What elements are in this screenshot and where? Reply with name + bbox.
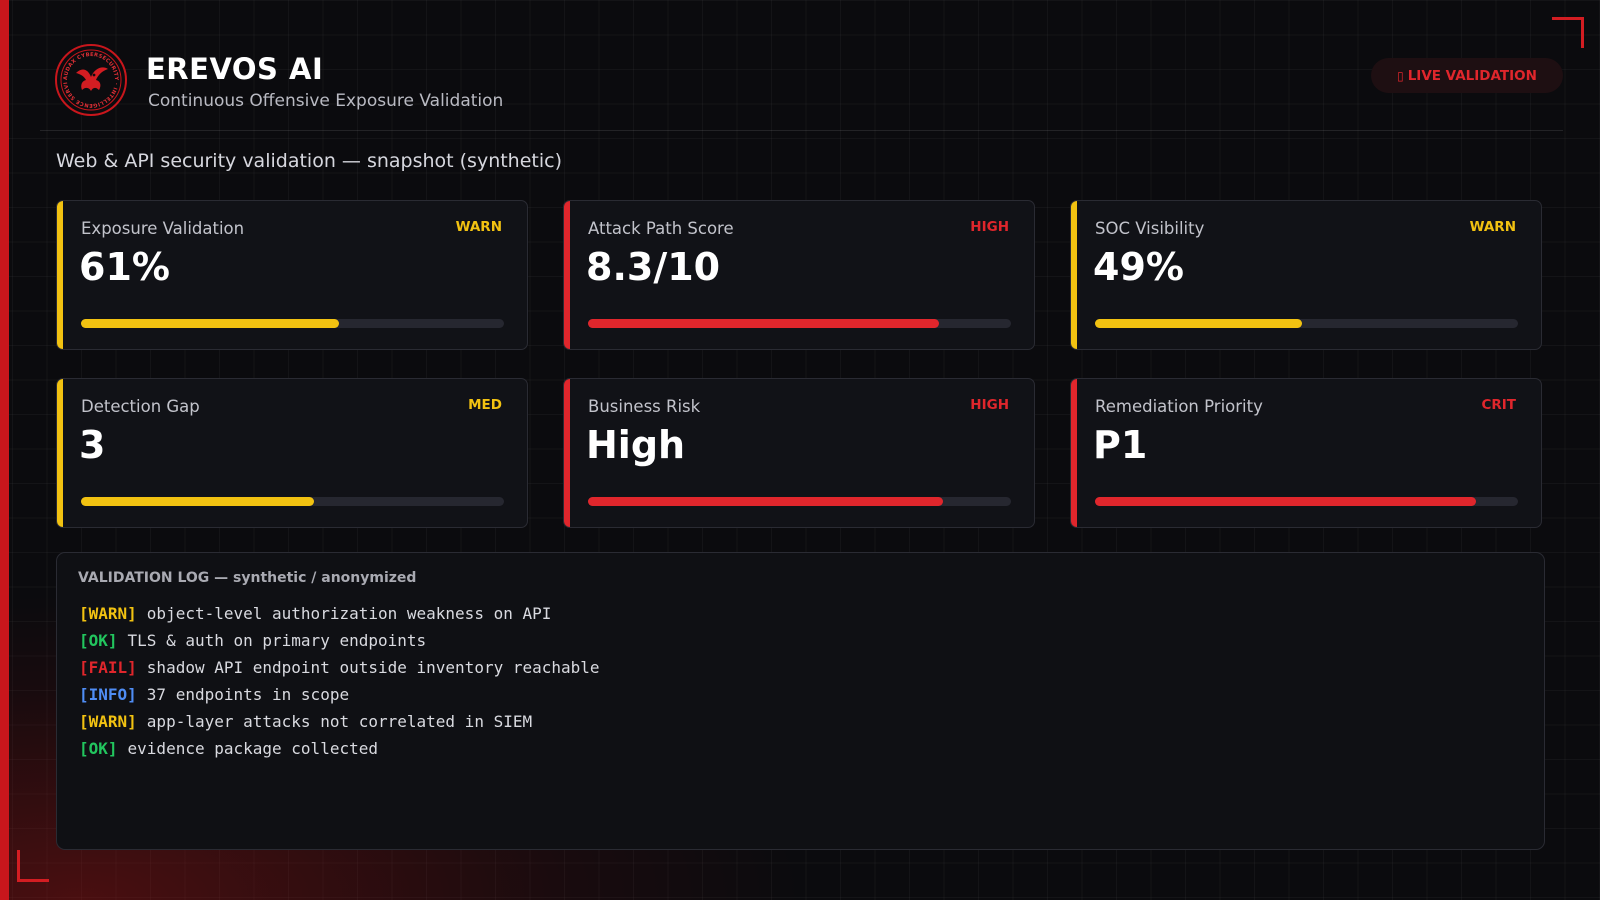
card-label: Exposure Validation [81, 219, 245, 238]
log-title: VALIDATION LOG — synthetic / anonymized [78, 570, 417, 586]
card-accent [57, 379, 63, 527]
log-line: [WARN] object-level authorization weaknes… [79, 600, 600, 627]
log-line: [WARN] app-layer attacks not correlated i… [79, 708, 600, 735]
live-validation-badge[interactable]: ▯ LIVE VALIDATION [1371, 58, 1563, 93]
eagle-icon: AUDAX CYBERSECURITY · INTELLIGENCE SERVI… [58, 47, 122, 111]
live-indicator-icon: ▯ [1397, 68, 1404, 83]
card-accent [564, 201, 570, 349]
log-tag: [WARN] [79, 604, 137, 623]
progress-fill [81, 497, 314, 506]
progress-track [1095, 319, 1518, 328]
log-line: [OK] evidence package collected [79, 735, 600, 762]
card-value: P1 [1093, 423, 1148, 467]
corner-bracket-bottom-left [17, 850, 49, 882]
log-text: app-layer attacks not correlated in SIEM [146, 712, 533, 731]
live-badge-label: LIVE VALIDATION [1407, 67, 1537, 84]
log-text: 37 endpoints in scope [146, 685, 350, 704]
card-value: 61% [79, 245, 170, 289]
progress-track [81, 497, 504, 506]
card-accent [564, 379, 570, 527]
progress-track [1095, 497, 1518, 506]
log-tag: [FAIL] [79, 658, 137, 677]
metric-card-remediation-priority[interactable]: Remediation Priority CRIT P1 [1070, 378, 1542, 528]
section-title: Web & API security validation — snapshot… [56, 150, 563, 172]
status-badge: HIGH [970, 219, 1009, 235]
progress-fill [1095, 319, 1303, 328]
status-badge: CRIT [1481, 397, 1516, 413]
app-header: AUDAX CYBERSECURITY · INTELLIGENCE SERVI… [40, 40, 1563, 131]
metric-card-detection-gap[interactable]: Detection Gap MED 3 [56, 378, 528, 528]
log-lines: [WARN] object-level authorization weaknes… [79, 600, 600, 762]
app-title: EREVOS AI [146, 52, 324, 86]
progress-fill [1095, 497, 1476, 506]
status-badge: WARN [455, 219, 502, 235]
log-tag: [OK] [79, 631, 118, 650]
log-text: TLS & auth on primary endpoints [127, 631, 427, 650]
progress-track [81, 319, 504, 328]
log-line: [OK] TLS & auth on primary endpoints [79, 627, 600, 654]
card-value: 3 [79, 423, 106, 467]
status-badge: MED [468, 397, 502, 413]
progress-fill [588, 497, 944, 506]
card-label: Business Risk [588, 397, 701, 416]
log-tag: [INFO] [79, 685, 137, 704]
card-label: Detection Gap [81, 397, 200, 416]
card-accent [57, 201, 63, 349]
app-subtitle: Continuous Offensive Exposure Validation [148, 91, 504, 111]
progress-track [588, 319, 1011, 328]
left-accent-bar [0, 0, 9, 900]
card-value: 8.3/10 [586, 245, 721, 289]
log-text: shadow API endpoint outside inventory re… [146, 658, 600, 677]
progress-fill [81, 319, 340, 328]
card-value: High [586, 423, 686, 467]
log-tag: [OK] [79, 739, 118, 758]
card-label: Attack Path Score [588, 219, 734, 238]
log-text: evidence package collected [127, 739, 378, 758]
progress-track [588, 497, 1011, 506]
card-accent [1071, 201, 1077, 349]
card-value: 49% [1093, 245, 1184, 289]
log-text: object-level authorization weakness on A… [146, 604, 552, 623]
status-badge: HIGH [970, 397, 1009, 413]
metric-card-business-risk[interactable]: Business Risk HIGH High [563, 378, 1035, 528]
metric-card-soc-visibility[interactable]: SOC Visibility WARN 49% [1070, 200, 1542, 350]
card-label: Remediation Priority [1095, 397, 1263, 416]
validation-log-panel: VALIDATION LOG — synthetic / anonymized … [56, 552, 1545, 850]
progress-fill [588, 319, 940, 328]
card-label: SOC Visibility [1095, 219, 1205, 238]
status-badge: WARN [1469, 219, 1516, 235]
log-tag: [WARN] [79, 712, 137, 731]
log-line: [FAIL] shadow API endpoint outside invent… [79, 654, 600, 681]
log-line: [INFO] 37 endpoints in scope [79, 681, 600, 708]
metric-card-attack-path-score[interactable]: Attack Path Score HIGH 8.3/10 [563, 200, 1035, 350]
card-accent [1071, 379, 1077, 527]
metric-card-exposure-validation[interactable]: Exposure Validation WARN 61% [56, 200, 528, 350]
audax-logo: AUDAX CYBERSECURITY · INTELLIGENCE SERVI… [55, 44, 127, 116]
